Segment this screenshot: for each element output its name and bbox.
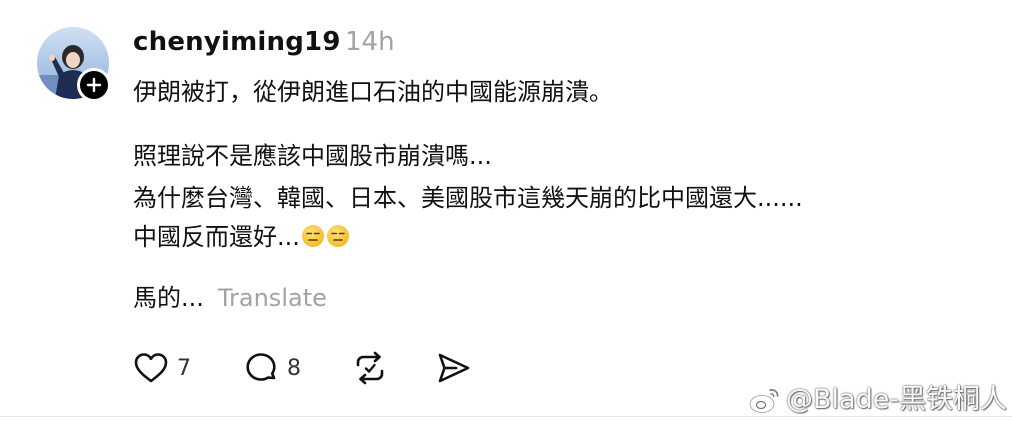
follow-button[interactable] [77,68,111,102]
heart-icon [134,353,168,383]
send-icon [438,353,470,383]
post-text-line: 馬的... [133,284,204,312]
repost-icon [356,351,384,385]
watermark-text: @Blade-黑铁桐人 [786,384,1008,415]
post-text-line: 為什麼台灣、韓國、日本、美國股市這幾天崩的比中國還大...... [133,184,803,212]
weibo-logo-icon [749,389,779,414]
username[interactable]: chenyiming19 [133,24,341,60]
expressionless-face-emoji-icon [301,225,324,247]
repost-button[interactable] [351,348,389,388]
plus-icon [86,77,102,93]
reply-button[interactable]: 8 [243,348,301,388]
share-button[interactable] [434,348,472,388]
divider [0,416,1012,417]
watermark: @Blade-黑铁桐人 [748,382,1007,418]
avatar-container[interactable] [37,27,111,102]
expressionless-face-emoji-icon [326,225,349,247]
like-count: 7 [177,355,191,381]
like-button[interactable]: 7 [133,348,191,388]
post-text-line: 照理說不是應該中國股市崩潰嗎... [133,142,492,170]
post-text-line: 中國反而還好... [133,223,300,251]
post-text-line-with-emoji: 中國反而還好... [133,219,350,255]
translate-link[interactable]: Translate [218,284,327,312]
speech-bubble-icon [246,353,276,381]
post-text-last-line: 馬的... Translate [133,280,327,316]
post-text-line: 伊朗被打，從伊朗進口石油的中國能源崩潰。 [133,78,613,106]
thread-post: chenyiming19 14h 伊朗被打，從伊朗進口石油的中國能源崩潰。 照理… [0,0,1012,424]
post-timestamp[interactable]: 14h [345,24,395,60]
reply-count: 8 [287,355,301,381]
